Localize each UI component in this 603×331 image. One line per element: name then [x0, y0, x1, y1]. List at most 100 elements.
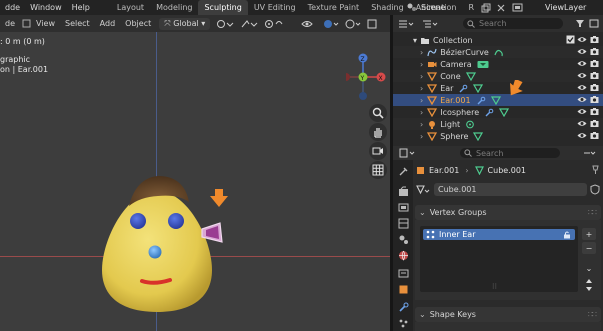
output-tab-icon[interactable]: [396, 200, 410, 214]
pin-icon[interactable]: [591, 165, 600, 175]
menu-window[interactable]: Window: [25, 0, 67, 15]
render-camera-icon[interactable]: [590, 59, 599, 68]
pan-hand-icon[interactable]: [369, 123, 387, 141]
proportional-editing-icon[interactable]: [264, 19, 288, 29]
modifier-icon[interactable]: [484, 108, 494, 117]
outliner-collection-row[interactable]: ▾ Collection: [393, 34, 603, 46]
chevron-right-icon[interactable]: ›: [420, 48, 423, 57]
mode-menu[interactable]: de: [0, 19, 20, 28]
chevron-right-icon[interactable]: ›: [420, 132, 423, 141]
filter-icon[interactable]: [575, 19, 585, 28]
checkbox-icon[interactable]: [566, 35, 575, 44]
camera-view-icon[interactable]: [369, 142, 387, 160]
scene-tab-icon[interactable]: [396, 232, 410, 246]
eye-icon[interactable]: [577, 71, 587, 80]
particles-tab-icon[interactable]: [396, 316, 410, 330]
render-camera-icon[interactable]: [590, 119, 599, 128]
mesh-data-icon[interactable]: [473, 83, 484, 93]
object-tab-icon[interactable]: [396, 282, 410, 296]
light-data-icon[interactable]: [465, 120, 475, 129]
camera-data-icon[interactable]: [477, 60, 489, 69]
remove-vertex-group-button[interactable]: −: [582, 242, 596, 254]
navigation-gizmo[interactable]: Y X Z: [346, 49, 390, 105]
add-vertex-group-button[interactable]: +: [582, 228, 596, 240]
chevron-right-icon[interactable]: ›: [420, 108, 423, 117]
vertex-group-item[interactable]: Inner Ear: [423, 229, 575, 240]
eye-icon[interactable]: [577, 83, 587, 92]
curve-data-icon[interactable]: [494, 48, 504, 57]
outliner-search-input[interactable]: Search: [463, 18, 563, 29]
transform-orientation-dropdown[interactable]: ⤧ Global ▾: [159, 17, 211, 30]
viewlayer-selector[interactable]: ViewLayer: [512, 1, 603, 14]
view-layer-tab-icon[interactable]: [396, 216, 410, 230]
eye-icon[interactable]: [577, 35, 587, 44]
copy-icon[interactable]: [481, 3, 491, 13]
zoom-icon[interactable]: [369, 104, 387, 122]
tab-uv-editing[interactable]: UV Editing: [248, 0, 302, 15]
editor-type-icon[interactable]: [399, 148, 415, 158]
chevron-right-icon[interactable]: ›: [420, 84, 423, 93]
outliner-item-b-ziercurve[interactable]: › BézierCurve: [393, 46, 603, 58]
xray-icon[interactable]: [367, 19, 377, 29]
render-camera-icon[interactable]: [590, 71, 599, 80]
pivot-icon[interactable]: [216, 19, 234, 29]
eye-icon[interactable]: [577, 95, 587, 104]
menu-edit[interactable]: dde: [0, 0, 25, 15]
list-resize-handle[interactable]: ⁝⁝: [492, 282, 497, 291]
mesh-data-icon[interactable]: [499, 107, 510, 117]
tab-sculpting[interactable]: Sculpting: [198, 0, 248, 15]
chevron-down-icon[interactable]: ⌄: [582, 262, 596, 274]
chevron-down-icon[interactable]: ▾: [413, 36, 417, 45]
chevron-right-icon[interactable]: ›: [420, 72, 423, 81]
eye-icon[interactable]: [577, 119, 587, 128]
render-camera-icon[interactable]: [590, 83, 599, 92]
gizmo-toggle-icon[interactable]: [323, 19, 339, 29]
tab-layout[interactable]: Layout: [111, 0, 150, 15]
new-collection-icon[interactable]: [589, 19, 599, 28]
mesh-datablock-selector[interactable]: Cube.001: [416, 183, 600, 196]
display-mode-icon[interactable]: [422, 19, 438, 29]
render-camera-icon[interactable]: [590, 131, 599, 140]
outliner-item-icosphere[interactable]: › Icosphere: [393, 106, 603, 118]
vertex-groups-panel-header[interactable]: ⌄ Vertex Groups ∷∷: [415, 205, 601, 220]
scene-selector[interactable]: Scene: [406, 1, 505, 14]
eye-icon[interactable]: [577, 47, 587, 56]
chevron-right-icon[interactable]: ›: [420, 120, 423, 129]
mesh-data-icon[interactable]: [465, 71, 476, 81]
render-camera-icon[interactable]: [590, 35, 599, 44]
tab-texture-paint[interactable]: Texture Paint: [302, 0, 366, 15]
chevron-right-icon[interactable]: ›: [420, 96, 423, 105]
outliner-item-camera[interactable]: › Camera: [393, 58, 603, 70]
outliner-item-light[interactable]: › Light: [393, 118, 603, 130]
selected-ear-object[interactable]: [198, 220, 228, 246]
render-tab-icon[interactable]: [396, 184, 410, 198]
shape-keys-panel-header[interactable]: ⌄ Shape Keys ∷∷: [415, 307, 601, 322]
lock-icon[interactable]: [563, 231, 571, 239]
outliner-item-sphere[interactable]: › Sphere: [393, 130, 603, 142]
mesh-data-icon[interactable]: [473, 131, 484, 141]
tab-shading[interactable]: Shading: [365, 0, 410, 15]
menu-object[interactable]: Object: [120, 19, 156, 28]
menu-help[interactable]: Help: [67, 0, 95, 15]
collection-tab-icon[interactable]: [396, 266, 410, 280]
options-icon[interactable]: [583, 148, 597, 158]
vertex-group-list[interactable]: Inner Ear ⁝⁝: [420, 226, 578, 292]
render-camera-icon[interactable]: [590, 107, 599, 116]
mesh-name-field[interactable]: Cube.001: [434, 183, 587, 196]
eye-icon[interactable]: [577, 131, 587, 140]
modifier-icon[interactable]: [476, 96, 486, 105]
render-camera-icon[interactable]: [590, 47, 599, 56]
close-icon[interactable]: [497, 4, 505, 12]
3d-viewport[interactable]: de View Select Add Object ⤧ Global ▾: 0…: [0, 15, 390, 331]
modifier-tab-icon[interactable]: [396, 300, 410, 314]
outliner-item-ear-001[interactable]: › Ear.001: [393, 94, 603, 106]
snap-icon[interactable]: [240, 19, 258, 29]
tab-modeling[interactable]: Modeling: [150, 0, 198, 15]
menu-select[interactable]: Select: [60, 19, 95, 28]
menu-view[interactable]: View: [31, 19, 60, 28]
render-camera-icon[interactable]: [590, 95, 599, 104]
fake-user-shield-icon[interactable]: [590, 184, 600, 195]
visibility-icon[interactable]: [301, 19, 317, 29]
modifier-icon[interactable]: [458, 84, 468, 93]
outliner-item-ear[interactable]: › Ear: [393, 82, 603, 94]
